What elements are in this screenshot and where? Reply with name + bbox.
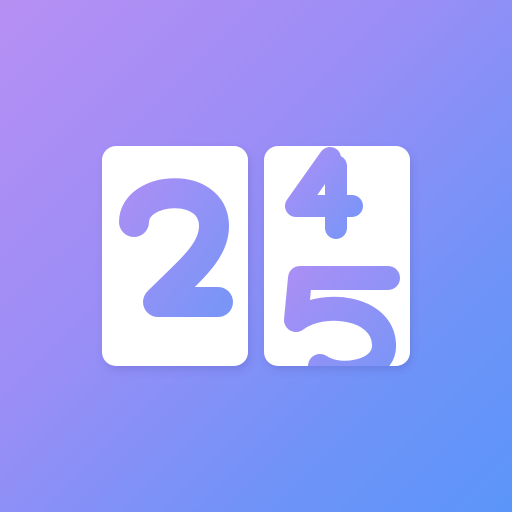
logo-mark: 2 4 5 <box>102 146 410 366</box>
app-icon: 2 4 5 <box>0 0 512 512</box>
